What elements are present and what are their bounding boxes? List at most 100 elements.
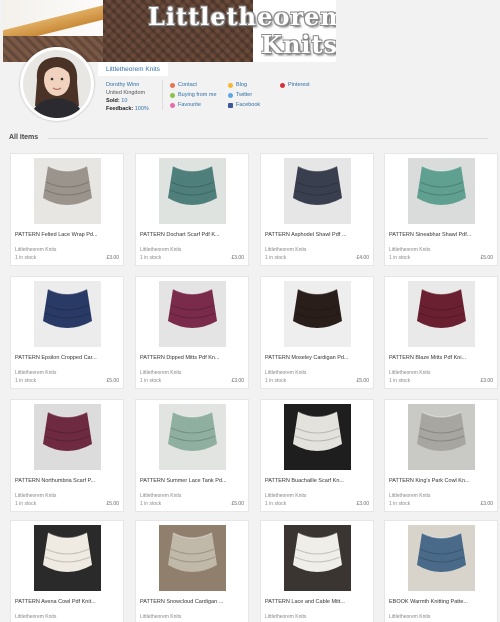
item-card[interactable]: EBOOK Warmth Knitting Patte... Littletheo… <box>384 520 498 622</box>
item-stock: 1 in stock <box>389 378 411 384</box>
item-title[interactable]: PATTERN Asphodel Shawl Pdf ... <box>265 232 371 238</box>
item-title[interactable]: PATTERN Sineabhar Shawl Pdf... <box>389 232 495 238</box>
item-stock: 1 in stock <box>15 378 37 384</box>
item-shop-name: Littletheorem Knits <box>140 247 182 253</box>
item-title[interactable]: PATTERN Blaze Mitts Pdf Kni... <box>389 355 495 361</box>
item-card[interactable]: PATTERN Snowcloud Cardigan ... Littletheo… <box>135 520 249 622</box>
item-price: £5.00 <box>356 378 369 384</box>
item-thumbnail[interactable] <box>284 158 351 224</box>
item-price: £3.00 <box>480 501 493 507</box>
item-title[interactable]: PATTERN Epsilon Cropped Car... <box>15 355 121 361</box>
item-card[interactable]: PATTERN Summer Lace Tank Pd... Littletheo… <box>135 399 249 512</box>
section-divider <box>48 138 488 139</box>
item-card[interactable]: PATTERN Dipped Mitts Pdf Kn... Littletheo… <box>135 276 249 389</box>
item-title[interactable]: PATTERN Buachaille Scarf Kn... <box>265 478 371 484</box>
item-shop-name: Littletheorem Knits <box>140 370 182 376</box>
item-shop-name: Littletheorem Knits <box>265 493 307 499</box>
item-title[interactable]: PATTERN Dipped Mitts Pdf Kn... <box>140 355 246 361</box>
feedback-value[interactable]: 100% <box>135 106 149 112</box>
buying-link[interactable]: Buying from me <box>170 92 217 98</box>
item-thumbnail[interactable] <box>34 404 101 470</box>
facebook-link[interactable]: Facebook <box>228 102 260 108</box>
item-stock: 1 in stock <box>265 255 287 261</box>
item-stock: 1 in stock <box>265 378 287 384</box>
item-price: £4.00 <box>356 255 369 261</box>
item-title[interactable]: PATTERN Avena Cowl Pdf Knit... <box>15 599 121 605</box>
item-card[interactable]: PATTERN Northumbria Scarf P... Littletheo… <box>10 399 124 512</box>
facebook-icon <box>228 102 233 108</box>
shop-name-link[interactable]: Littletheorem Knits <box>98 62 168 76</box>
item-thumbnail[interactable] <box>34 525 101 591</box>
sold-count: Sold: 10 <box>106 97 149 105</box>
item-price: £3.00 <box>106 255 119 261</box>
item-card[interactable]: PATTERN Felted Lace Wrap Pd... Littletheo… <box>10 153 124 266</box>
item-card[interactable]: PATTERN King's Park Cowl Kn... Littletheo… <box>384 399 498 512</box>
item-card[interactable]: PATTERN Dochart Scarf Pdf K... Littletheo… <box>135 153 249 266</box>
item-card[interactable]: PATTERN Asphodel Shawl Pdf ... Littletheo… <box>260 153 374 266</box>
favourite-label: Favourite <box>178 102 201 108</box>
item-thumbnail[interactable] <box>159 158 226 224</box>
sold-value[interactable]: 10 <box>121 98 127 104</box>
item-thumbnail[interactable] <box>408 158 475 224</box>
item-thumbnail[interactable] <box>408 404 475 470</box>
item-thumbnail[interactable] <box>284 404 351 470</box>
pinterest-link[interactable]: Pinterest <box>280 82 310 88</box>
contact-label: Contact <box>178 82 197 88</box>
facebook-label: Facebook <box>236 102 261 108</box>
item-thumbnail[interactable] <box>284 281 351 347</box>
item-thumbnail[interactable] <box>159 281 226 347</box>
item-card[interactable]: PATTERN Lace and Cable Mitt... Littletheo… <box>260 520 374 622</box>
blog-link[interactable]: Blog <box>228 82 247 88</box>
owner-name[interactable]: Dorothy Winn <box>106 81 149 89</box>
item-card[interactable]: PATTERN Blaze Mitts Pdf Kni... Littletheo… <box>384 276 498 389</box>
item-stock: 1 in stock <box>389 255 411 261</box>
item-shop-name: Littletheorem Knits <box>389 370 431 376</box>
banner-title-line2: Knits <box>260 30 336 59</box>
heart-icon <box>170 102 175 108</box>
contact-link[interactable]: Contact <box>170 82 197 88</box>
item-stock: 1 in stock <box>140 378 162 384</box>
twitter-link[interactable]: Twitter <box>228 92 252 98</box>
item-shop-name: Littletheorem Knits <box>140 614 182 620</box>
item-thumbnail[interactable] <box>408 525 475 591</box>
item-title[interactable]: PATTERN Lace and Cable Mitt... <box>265 599 371 605</box>
favourite-link[interactable]: Favourite <box>170 102 201 108</box>
item-stock: 1 in stock <box>15 501 37 507</box>
item-thumbnail[interactable] <box>408 281 475 347</box>
item-title[interactable]: PATTERN Northumbria Scarf P... <box>15 478 121 484</box>
item-title[interactable]: PATTERN Summer Lace Tank Pd... <box>140 478 246 484</box>
owner-location: United Kingdom <box>106 90 146 96</box>
item-shop-name: Littletheorem Knits <box>15 247 57 253</box>
buying-label: Buying from me <box>178 92 217 98</box>
item-card[interactable]: PATTERN Buachaille Scarf Kn... Littletheo… <box>260 399 374 512</box>
item-title[interactable]: EBOOK Warmth Knitting Patte... <box>389 599 495 605</box>
item-title[interactable]: PATTERN Snowcloud Cardigan ... <box>140 599 246 605</box>
item-title[interactable]: PATTERN King's Park Cowl Kn... <box>389 478 495 484</box>
item-thumbnail[interactable] <box>159 525 226 591</box>
item-price: £3.00 <box>480 378 493 384</box>
feedback-score: Feedback: 100% <box>106 105 149 113</box>
pinterest-label: Pinterest <box>288 82 310 88</box>
item-shop-name: Littletheorem Knits <box>140 493 182 499</box>
item-shop-name: Littletheorem Knits <box>15 370 57 376</box>
item-title[interactable]: PATTERN Dochart Scarf Pdf K... <box>140 232 246 238</box>
item-stock: 1 in stock <box>140 255 162 261</box>
item-title[interactable]: PATTERN Moseley Cardigan Pd... <box>265 355 371 361</box>
item-thumbnail[interactable] <box>159 404 226 470</box>
item-thumbnail[interactable] <box>284 525 351 591</box>
item-thumbnail[interactable] <box>34 158 101 224</box>
item-thumbnail[interactable] <box>34 281 101 347</box>
item-card[interactable]: PATTERN Avena Cowl Pdf Knit... Littletheo… <box>10 520 124 622</box>
item-price: £3.00 <box>356 501 369 507</box>
banner-title-line1: Littletheorem <box>148 2 336 31</box>
blog-label: Blog <box>236 82 248 88</box>
item-stock: 1 in stock <box>15 255 37 261</box>
sold-label: Sold: <box>106 98 120 104</box>
avatar[interactable] <box>20 47 94 121</box>
item-price: £5.00 <box>106 378 119 384</box>
item-card[interactable]: PATTERN Moseley Cardigan Pd... Littletheo… <box>260 276 374 389</box>
item-title[interactable]: PATTERN Felted Lace Wrap Pd... <box>15 232 121 238</box>
item-price: £5.00 <box>106 501 119 507</box>
item-card[interactable]: PATTERN Sineabhar Shawl Pdf... Littletheo… <box>384 153 498 266</box>
item-card[interactable]: PATTERN Epsilon Cropped Car... Littletheo… <box>10 276 124 389</box>
